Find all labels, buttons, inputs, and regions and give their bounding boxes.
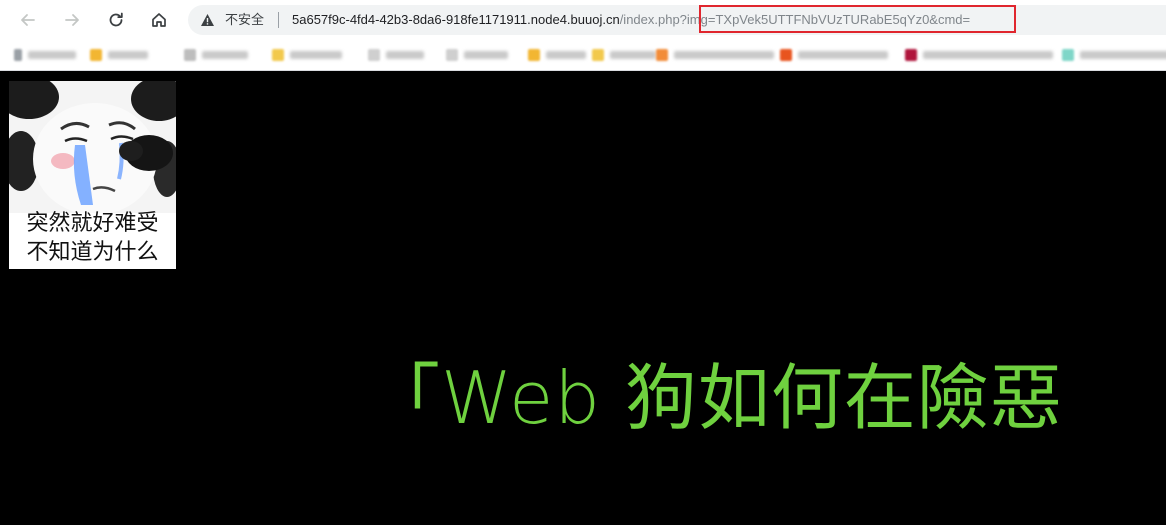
browser-toolbar: 不安全 5a657f9c-4fd4-42b3-8da6-918fe1171911… xyxy=(0,0,1166,40)
back-arrow-icon xyxy=(21,14,35,26)
bookmark-item[interactable] xyxy=(446,48,508,62)
address-bar[interactable]: 不安全 5a657f9c-4fd4-42b3-8da6-918fe1171911… xyxy=(188,5,1166,35)
address-separator xyxy=(278,12,279,28)
forward-arrow-icon xyxy=(65,14,79,26)
bookmark-item[interactable] xyxy=(368,48,424,62)
bookmark-item[interactable] xyxy=(780,48,888,62)
bookmark-item[interactable] xyxy=(184,48,248,62)
meme-caption-line1: 突然就好难受 xyxy=(26,211,159,236)
bookmark-item[interactable] xyxy=(1062,48,1166,62)
security-label[interactable]: 不安全 xyxy=(225,11,264,29)
forward-button[interactable] xyxy=(58,6,86,34)
back-button[interactable] xyxy=(14,6,42,34)
bookmarks-bar xyxy=(0,40,1166,71)
meme-image: 突然就好难受 不知道为什么 xyxy=(9,81,176,269)
meme-caption-line2: 不知道为什么 xyxy=(26,240,159,265)
page-headline: 「Web 狗如何在險惡 xyxy=(368,356,1063,440)
crying-panda-face-icon xyxy=(9,81,176,213)
warning-triangle-icon xyxy=(201,14,214,26)
home-icon xyxy=(152,13,166,27)
bookmark-item[interactable] xyxy=(592,48,656,62)
url-query-highlight xyxy=(699,5,1016,33)
bookmark-item[interactable] xyxy=(528,48,586,62)
bookmark-item[interactable] xyxy=(272,48,342,62)
bookmark-item[interactable] xyxy=(905,48,1053,62)
reload-icon xyxy=(109,12,123,27)
url-host: 5a657f9c-4fd4-42b3-8da6-918fe1171911.nod… xyxy=(292,12,620,27)
home-button[interactable] xyxy=(145,6,173,34)
reload-button[interactable] xyxy=(102,6,130,34)
bookmark-item[interactable] xyxy=(656,48,774,62)
url-path: /index.ph xyxy=(619,12,673,27)
bookmark-item[interactable] xyxy=(14,48,76,62)
bookmark-item[interactable] xyxy=(90,48,148,62)
